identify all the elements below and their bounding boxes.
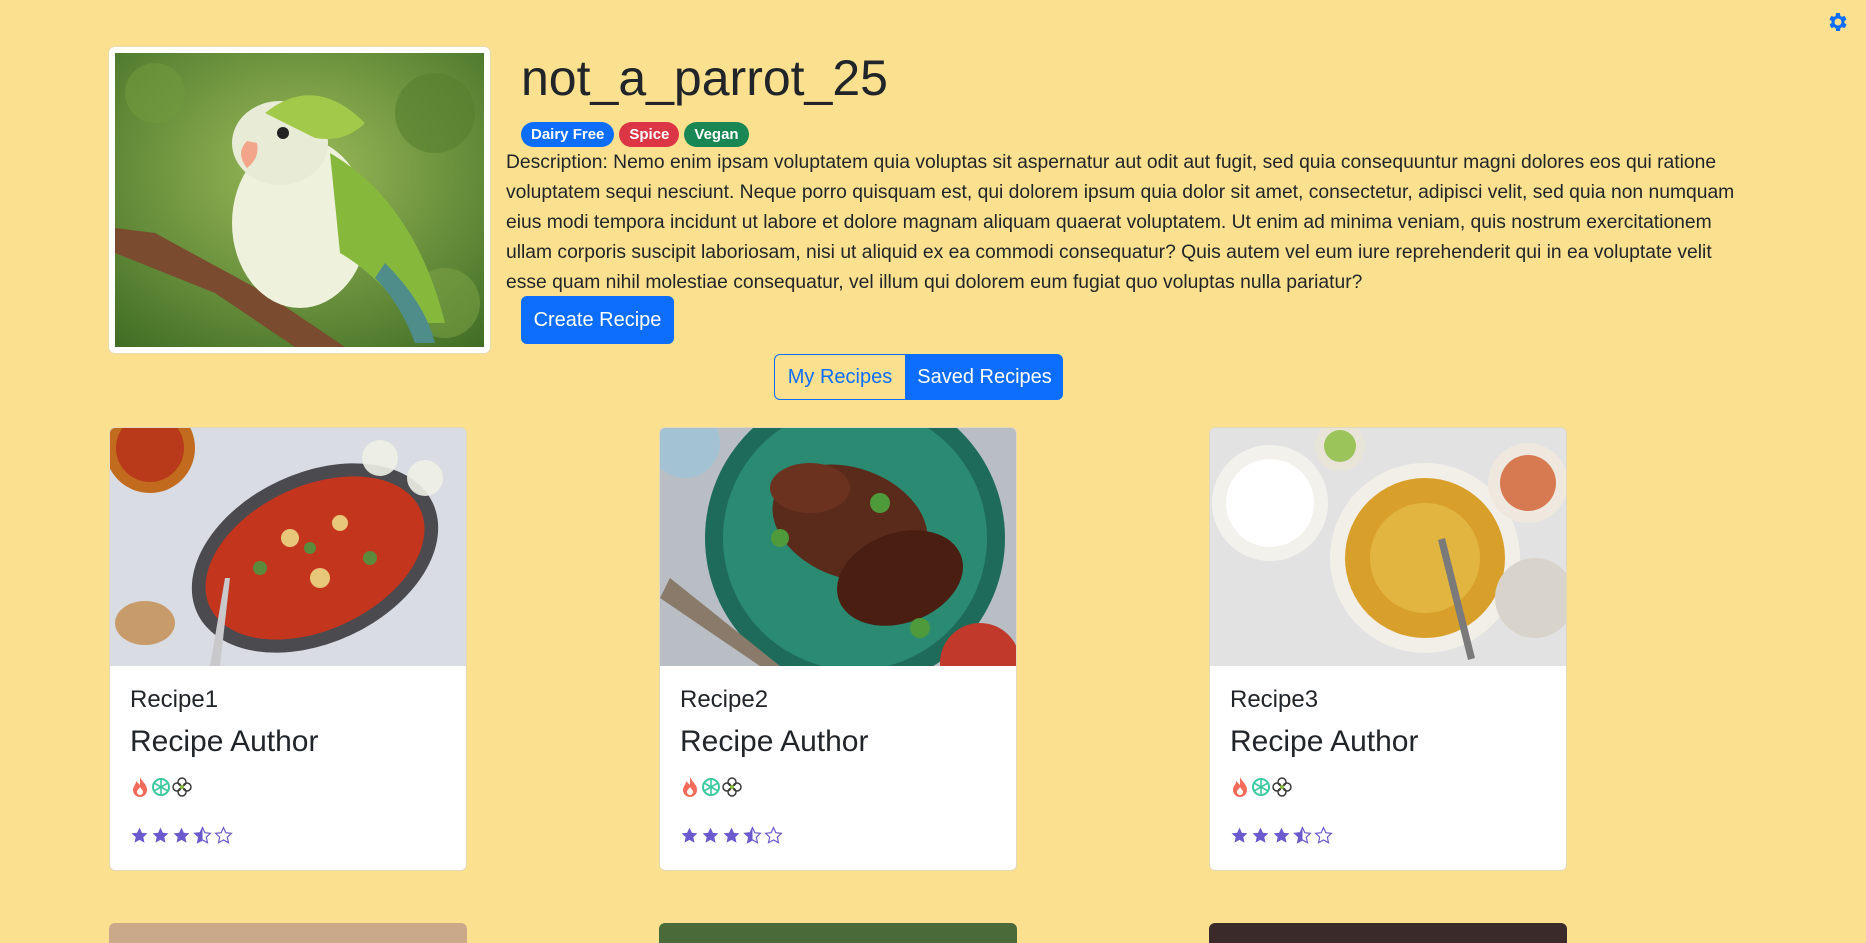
- profile-avatar-frame: [109, 47, 490, 353]
- star-full-icon: [1231, 827, 1248, 843]
- recipe-image: [110, 428, 466, 666]
- tab-saved-recipes[interactable]: Saved Recipes: [906, 354, 1063, 400]
- recipe-card-peek[interactable]: [109, 923, 467, 943]
- star-half-icon: [1293, 826, 1312, 844]
- diet-icons: [1230, 776, 1292, 798]
- tab-my-recipes[interactable]: My Recipes: [774, 354, 906, 400]
- snowflake-icon: [1252, 778, 1270, 796]
- recipe-title: Recipe2: [680, 686, 769, 713]
- create-recipe-button[interactable]: Create Recipe: [521, 296, 674, 344]
- star-full-icon: [152, 827, 169, 843]
- recipe-card[interactable]: Recipe3 Recipe Author: [1209, 427, 1567, 871]
- star-full-icon: [1252, 827, 1269, 843]
- gear-icon[interactable]: [1826, 10, 1850, 34]
- recipe-author: Recipe Author: [1230, 725, 1419, 758]
- recipe-card-peek[interactable]: [1209, 923, 1567, 943]
- star-full-icon: [1273, 827, 1290, 843]
- star-full-icon: [131, 827, 148, 843]
- avatar: [115, 53, 484, 347]
- diet-icons: [130, 776, 192, 798]
- recipe-image: [660, 428, 1016, 666]
- recipe-view-toggle: My Recipes Saved Recipes: [774, 354, 1063, 400]
- recipe-image: [1210, 428, 1566, 666]
- star-full-icon: [723, 827, 740, 843]
- fire-icon: [1233, 777, 1247, 797]
- star-empty-icon: [764, 826, 783, 844]
- rating-stars: [130, 826, 233, 845]
- star-empty-icon: [1314, 826, 1333, 844]
- recipe-title: Recipe1: [130, 686, 219, 713]
- star-half-icon: [193, 826, 212, 844]
- snowflake-icon: [702, 778, 720, 796]
- badge-spice: Spice: [619, 122, 680, 147]
- star-full-icon: [702, 827, 719, 843]
- recipe-card-peek[interactable]: [659, 923, 1017, 943]
- snowflake-icon: [152, 778, 170, 796]
- diet-badges: Dairy Free Spice Vegan: [521, 122, 749, 147]
- clover-icon: [172, 777, 192, 797]
- badge-dairy-free: Dairy Free: [521, 122, 615, 147]
- recipe-author: Recipe Author: [680, 725, 869, 758]
- recipe-author: Recipe Author: [130, 725, 319, 758]
- star-half-icon: [743, 826, 762, 844]
- recipe-card[interactable]: Recipe1 Recipe Author: [109, 427, 467, 871]
- rating-stars: [680, 826, 783, 845]
- rating-stars: [1230, 826, 1333, 845]
- clover-icon: [722, 777, 742, 797]
- page-title: not_a_parrot_25: [521, 50, 888, 106]
- diet-icons: [680, 776, 742, 798]
- fire-icon: [133, 777, 147, 797]
- fire-icon: [683, 777, 697, 797]
- star-empty-icon: [214, 826, 233, 844]
- recipe-card[interactable]: Recipe2 Recipe Author: [659, 427, 1017, 871]
- profile-description: Description: Nemo enim ipsam voluptatem …: [506, 152, 1735, 293]
- star-full-icon: [681, 827, 698, 843]
- recipe-title: Recipe3: [1230, 686, 1319, 713]
- clover-icon: [1272, 777, 1292, 797]
- badge-vegan: Vegan: [684, 122, 749, 147]
- star-full-icon: [173, 827, 190, 843]
